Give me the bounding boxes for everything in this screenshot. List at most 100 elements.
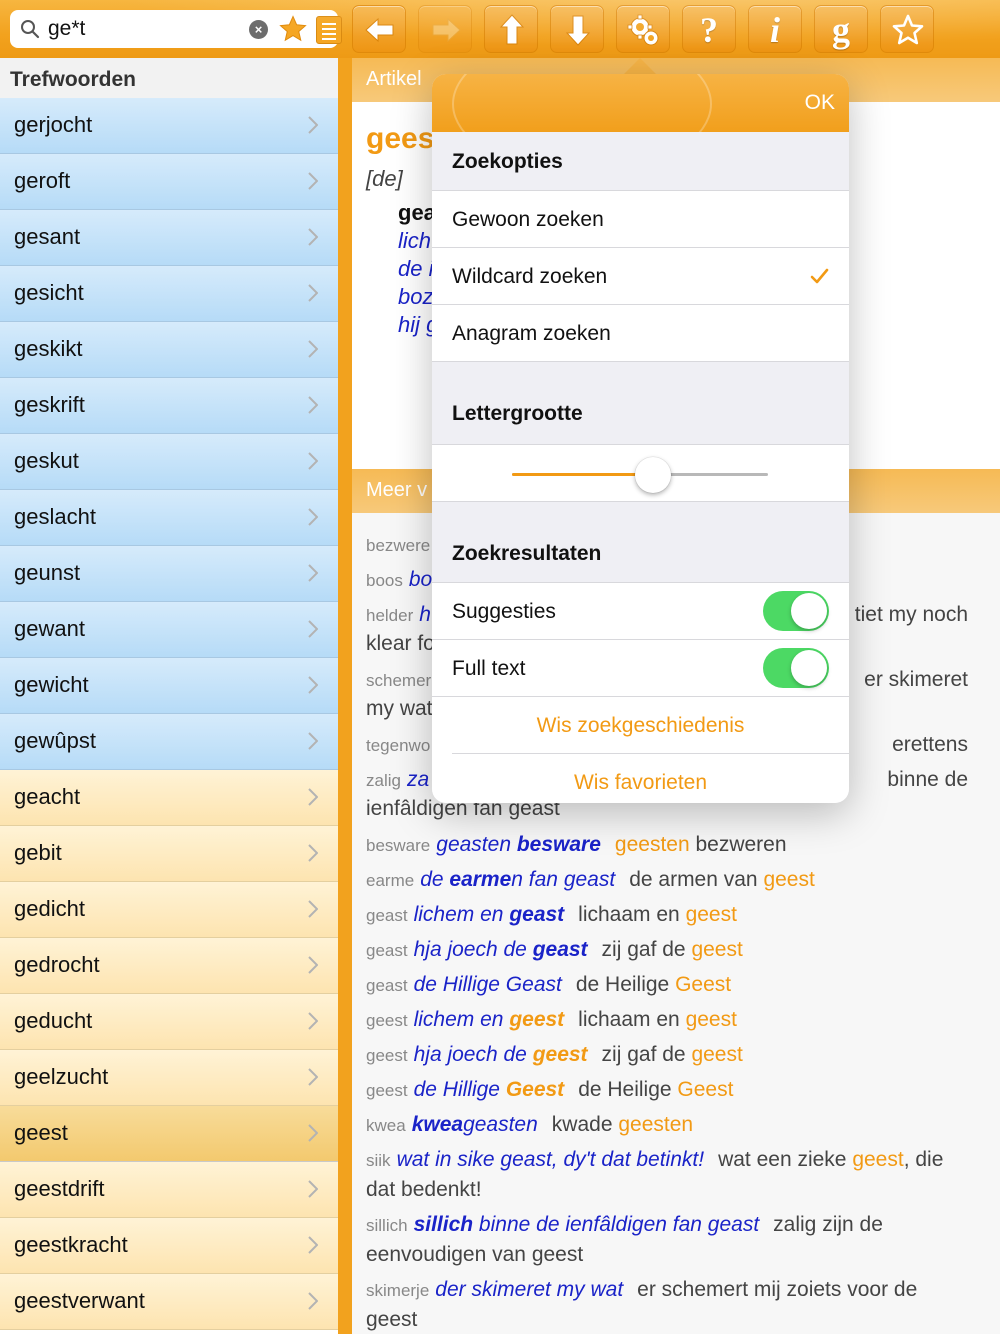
result-frisian: geasten besware — [436, 833, 601, 856]
word-list-item[interactable]: geelzucht — [0, 1050, 338, 1106]
result-dutch: lichaam en geest — [578, 903, 737, 926]
clear-icon[interactable]: × — [249, 20, 268, 39]
clear-history-button[interactable]: Wis zoekgeschiedenis — [432, 697, 849, 754]
star-icon[interactable] — [278, 14, 308, 44]
word-list-item[interactable]: gewicht — [0, 658, 338, 714]
grammar-button[interactable]: g — [814, 5, 868, 53]
favorite-button[interactable] — [880, 5, 934, 53]
word-list-item[interactable]: geunst — [0, 546, 338, 602]
word-list-item[interactable]: geestkracht — [0, 1218, 338, 1274]
result-lemma: besware — [366, 836, 431, 855]
word-list-item[interactable]: geskrift — [0, 378, 338, 434]
result-line[interactable]: geest hja joech de geest zij gaf de geest — [366, 1043, 743, 1067]
full-text-toggle[interactable] — [763, 648, 829, 688]
frisian-part: geest — [532, 1043, 588, 1066]
result-dutch: zij gaf de geest — [602, 1043, 743, 1066]
result-line[interactable]: schemer — [366, 668, 437, 692]
arrow-right-icon — [432, 17, 461, 43]
font-size-slider[interactable] — [512, 457, 768, 493]
frisian-part: lichem en — [413, 903, 510, 926]
result-frisian: hja joech de geast — [414, 938, 588, 961]
result-line[interactable]: sillich sillich binne de ienfâldigen fan … — [366, 1213, 883, 1237]
dutch-part: geest — [685, 903, 737, 926]
word-list-item[interactable]: gedicht — [0, 882, 338, 938]
word-list-item[interactable]: gesant — [0, 210, 338, 266]
headword: gees — [366, 122, 435, 155]
back-button[interactable] — [352, 5, 406, 53]
result-line[interactable]: geast lichem en geast lichaam en geest — [366, 903, 737, 927]
settings-button[interactable] — [616, 5, 670, 53]
slider-thumb[interactable] — [634, 457, 671, 493]
result-line[interactable]: siik wat in sike geast, dy't dat betinkt!… — [366, 1148, 943, 1172]
result-lemma: zalig — [366, 771, 401, 790]
option-gewoon-zoeken[interactable]: Gewoon zoeken — [432, 191, 849, 248]
result-line[interactable]: tegenwo — [366, 733, 436, 757]
example-line: de i — [398, 256, 434, 281]
word-label: geskut — [14, 448, 79, 473]
info-button[interactable]: i — [748, 5, 802, 53]
frisian-part: geasten — [463, 1113, 538, 1136]
star-outline-icon — [892, 14, 924, 45]
chevron-right-icon — [308, 116, 318, 134]
clear-favorites-button[interactable]: Wis favorieten — [432, 754, 849, 803]
chevron-right-icon — [308, 172, 318, 190]
forward-button[interactable] — [418, 5, 472, 53]
word-label: geacht — [14, 784, 81, 809]
word-label: gewant — [14, 616, 85, 641]
continuation-part: geest — [366, 1308, 418, 1331]
result-lemma: sillich — [366, 1216, 408, 1235]
word-list-item[interactable]: geestverwant — [0, 1274, 338, 1330]
chevron-right-icon — [308, 228, 318, 246]
word-list-item[interactable]: gerjocht — [0, 98, 338, 154]
word-list-item[interactable]: gewûpst — [0, 714, 338, 770]
result-line[interactable]: geast hja joech de geast zij gaf de geest — [366, 938, 743, 962]
frisian-part: kwea — [411, 1113, 464, 1136]
list-icon[interactable] — [316, 16, 342, 44]
decor-swirl — [452, 74, 712, 132]
down-button[interactable] — [550, 5, 604, 53]
search-input[interactable] — [48, 14, 238, 44]
result-line[interactable]: geast de Hillige Geast de Heilige Geest — [366, 973, 731, 997]
word-list-item[interactable]: gedrocht — [0, 938, 338, 994]
slider-fill — [512, 473, 653, 476]
word-list-item[interactable]: geskikt — [0, 322, 338, 378]
result-line[interactable]: skimerje der skimeret my wat er schemert m… — [366, 1278, 917, 1302]
word-list-item[interactable]: gebit — [0, 826, 338, 882]
result-line[interactable]: besware geasten besware geesten bezweren — [366, 833, 787, 857]
word-list-item[interactable]: geestdrift — [0, 1162, 338, 1218]
result-line[interactable]: geest lichem en geest lichaam en geest — [366, 1008, 737, 1032]
result-frisian: sillich binne de ienfâldigen fan geast — [414, 1213, 760, 1236]
chevron-right-icon — [308, 396, 318, 414]
result-lemma: geast — [366, 976, 408, 995]
result-line[interactable]: bezwere — [366, 533, 436, 557]
chevron-right-icon — [308, 452, 318, 470]
toggle-label: Suggesties — [452, 600, 556, 623]
arrow-up-icon — [499, 14, 525, 45]
word-list-item[interactable]: geroft — [0, 154, 338, 210]
result-frisian: bo — [408, 568, 433, 591]
ok-button[interactable]: OK — [805, 91, 835, 115]
frisian-part: geest — [509, 1008, 565, 1031]
result-dutch: lichaam en geest — [578, 1008, 737, 1031]
result-lemma: boos — [366, 571, 403, 590]
word-list-item[interactable]: gesicht — [0, 266, 338, 322]
suggesties-toggle[interactable] — [763, 591, 829, 631]
toolbar: × ? i g — [0, 0, 1000, 58]
result-line[interactable]: kwea kweageasten kwade geesten — [366, 1113, 693, 1137]
result-line[interactable]: earme de earmen fan geast de armen van gee… — [366, 868, 815, 892]
result-line[interactable]: geest de Hillige Geest de Heilige Geest — [366, 1078, 733, 1102]
option-wildcard-zoeken[interactable]: Wildcard zoeken — [432, 248, 849, 305]
word-list-item[interactable]: geest — [0, 1106, 338, 1162]
up-button[interactable] — [484, 5, 538, 53]
word-list-item[interactable]: geducht — [0, 994, 338, 1050]
word-label: geestkracht — [14, 1232, 128, 1257]
word-list-item[interactable]: geslacht — [0, 490, 338, 546]
word-list-item[interactable]: gewant — [0, 602, 338, 658]
help-button[interactable]: ? — [682, 5, 736, 53]
font-size-row — [432, 444, 849, 502]
word-list-item[interactable]: geacht — [0, 770, 338, 826]
word-list-item[interactable]: geskut — [0, 434, 338, 490]
result-frisian: wat in sike geast, dy't dat betinkt! — [397, 1148, 705, 1171]
option-anagram-zoeken[interactable]: Anagram zoeken — [432, 305, 849, 362]
chevron-right-icon — [308, 564, 318, 582]
